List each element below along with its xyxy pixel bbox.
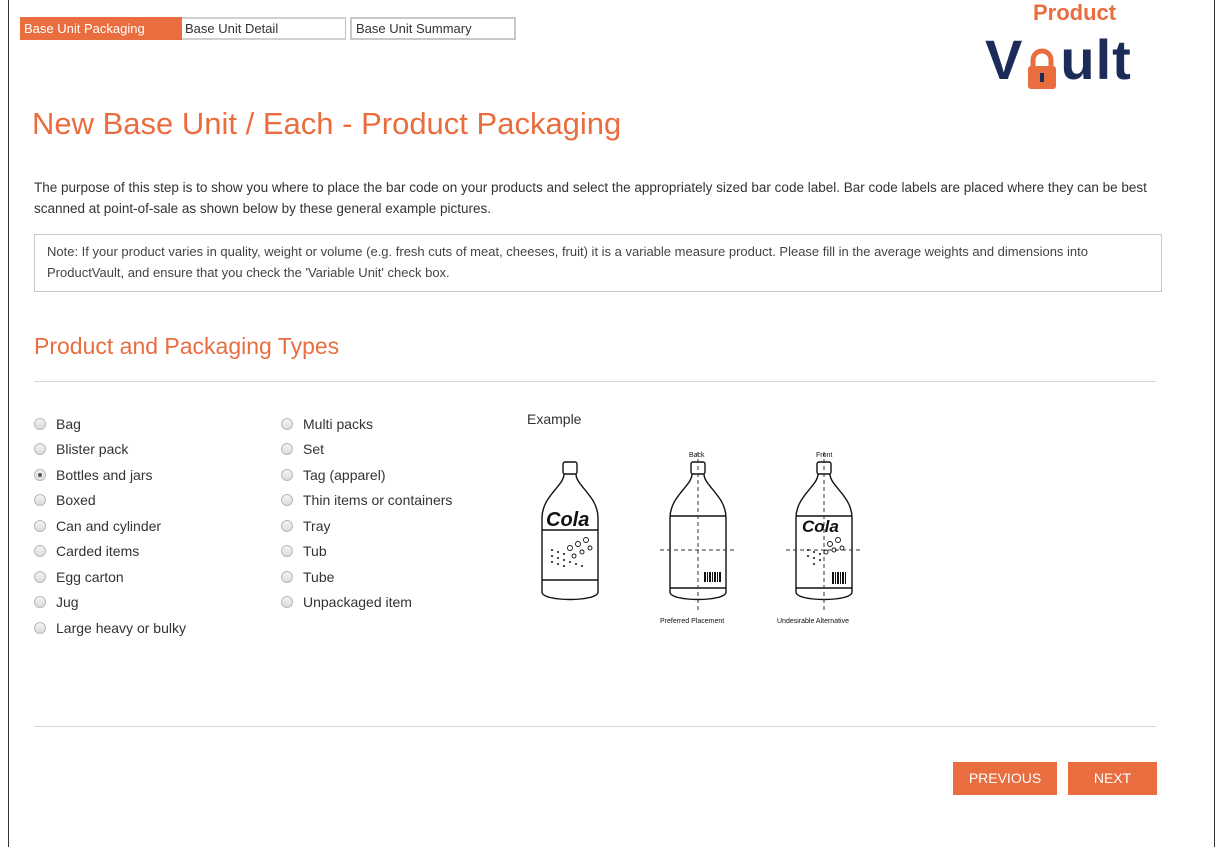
radio-label: Carded items bbox=[56, 543, 140, 560]
page-title: New Base Unit / Each - Product Packaging bbox=[32, 106, 622, 141]
radio-option-bag[interactable]: Bag bbox=[34, 411, 186, 437]
intro-text: The purpose of this step is to show you … bbox=[34, 180, 1147, 216]
cola-brand-label-1: Cola bbox=[546, 509, 589, 531]
step-tab-base-unit-summary[interactable]: Base Unit Summary bbox=[350, 17, 516, 40]
preferred-placement-caption: Preferred Placement bbox=[660, 618, 724, 625]
radio-button[interactable] bbox=[34, 494, 46, 507]
radio-label: Tube bbox=[303, 568, 335, 585]
radio-label: Set bbox=[303, 441, 325, 458]
section-title: Product and Packaging Types bbox=[34, 333, 340, 359]
radio-label: Jug bbox=[56, 594, 79, 611]
radio-button[interactable] bbox=[281, 443, 293, 456]
radio-option-unpackaged-item[interactable]: Unpackaged item bbox=[281, 590, 452, 616]
radio-option-boxed[interactable]: Boxed bbox=[34, 488, 186, 514]
radio-label: Tag (apparel) bbox=[303, 466, 386, 483]
radio-option-set[interactable]: Set bbox=[281, 437, 452, 463]
logo-product-text: Product bbox=[1033, 0, 1117, 25]
radio-button[interactable] bbox=[34, 417, 46, 430]
back-label: Back bbox=[689, 452, 705, 459]
radio-button[interactable] bbox=[281, 494, 293, 507]
radio-button[interactable] bbox=[281, 596, 293, 609]
packaging-types-column-1: Bag Blister pack Bottles and jars Boxed … bbox=[34, 411, 186, 641]
bottle-example-illustration: Cola Cola Back Front Preferred Placement… bbox=[541, 452, 862, 625]
radio-label: Egg carton bbox=[56, 568, 124, 585]
radio-label: Bottles and jars bbox=[56, 466, 153, 483]
logo-vault-text: V ult bbox=[985, 30, 1132, 90]
radio-button[interactable] bbox=[281, 545, 293, 558]
next-button[interactable]: NEXT bbox=[1068, 762, 1157, 795]
radio-label: Unpackaged item bbox=[303, 594, 412, 611]
undesirable-alternative-caption: Undesirable Alternative bbox=[777, 618, 849, 625]
radio-option-thin-items-or-containers[interactable]: Thin items or containers bbox=[281, 488, 452, 514]
radio-button[interactable] bbox=[281, 468, 293, 481]
packaging-types-column-2: Multi packs Set Tag (apparel) Thin items… bbox=[281, 411, 452, 615]
radio-option-tray[interactable]: Tray bbox=[281, 513, 452, 539]
radio-button[interactable] bbox=[34, 519, 46, 532]
radio-label: Boxed bbox=[56, 492, 96, 509]
variable-measure-note: Note: If your product varies in quality,… bbox=[34, 234, 1162, 292]
radio-option-large-heavy-or-bulky[interactable]: Large heavy or bulky bbox=[34, 615, 186, 641]
logo-ult-letters: ult bbox=[1060, 28, 1132, 91]
radio-label: Can and cylinder bbox=[56, 517, 162, 534]
padlock-icon bbox=[1025, 42, 1059, 89]
radio-button[interactable] bbox=[281, 570, 293, 583]
radio-label: Multi packs bbox=[303, 415, 374, 432]
radio-button[interactable] bbox=[281, 417, 293, 430]
radio-option-multi-packs[interactable]: Multi packs bbox=[281, 411, 452, 437]
radio-button[interactable] bbox=[34, 621, 46, 634]
radio-label: Tub bbox=[303, 543, 327, 560]
radio-option-jug[interactable]: Jug bbox=[34, 590, 186, 616]
wizard-steps: Base Unit Packaging Base Unit Detail Bas… bbox=[20, 17, 516, 40]
radio-option-egg-carton[interactable]: Egg carton bbox=[34, 564, 186, 590]
radio-option-tag-apparel[interactable]: Tag (apparel) bbox=[281, 462, 452, 488]
radio-label: Thin items or containers bbox=[303, 492, 453, 509]
frame-left-border bbox=[8, 0, 9, 847]
step-tab-base-unit-packaging[interactable]: Base Unit Packaging bbox=[20, 17, 182, 40]
divider bbox=[34, 726, 1156, 727]
radio-button-selected[interactable] bbox=[34, 468, 46, 481]
radio-button[interactable] bbox=[34, 596, 46, 609]
logo-v-letter: V bbox=[985, 28, 1024, 91]
radio-option-tube[interactable]: Tube bbox=[281, 564, 452, 590]
radio-button[interactable] bbox=[281, 519, 293, 532]
radio-label: Large heavy or bulky bbox=[56, 619, 186, 636]
radio-button[interactable] bbox=[34, 545, 46, 558]
radio-option-tub[interactable]: Tub bbox=[281, 539, 452, 565]
radio-option-blister-pack[interactable]: Blister pack bbox=[34, 437, 186, 463]
radio-label: Blister pack bbox=[56, 441, 129, 458]
cola-brand-label-2: Cola bbox=[802, 517, 839, 536]
step-tab-base-unit-detail[interactable]: Base Unit Detail bbox=[182, 17, 346, 40]
divider bbox=[34, 381, 1156, 382]
radio-label: Tray bbox=[303, 517, 331, 534]
radio-option-bottles-and-jars[interactable]: Bottles and jars bbox=[34, 462, 186, 488]
radio-option-can-and-cylinder[interactable]: Can and cylinder bbox=[34, 513, 186, 539]
front-label: Front bbox=[816, 452, 832, 459]
example-label: Example bbox=[527, 411, 582, 427]
radio-label: Bag bbox=[56, 415, 81, 432]
radio-button[interactable] bbox=[34, 570, 46, 583]
product-vault-logo: Product V ult bbox=[985, 0, 1175, 100]
previous-button[interactable]: PREVIOUS bbox=[953, 762, 1057, 795]
radio-option-carded-items[interactable]: Carded items bbox=[34, 539, 186, 565]
radio-button[interactable] bbox=[34, 443, 46, 456]
